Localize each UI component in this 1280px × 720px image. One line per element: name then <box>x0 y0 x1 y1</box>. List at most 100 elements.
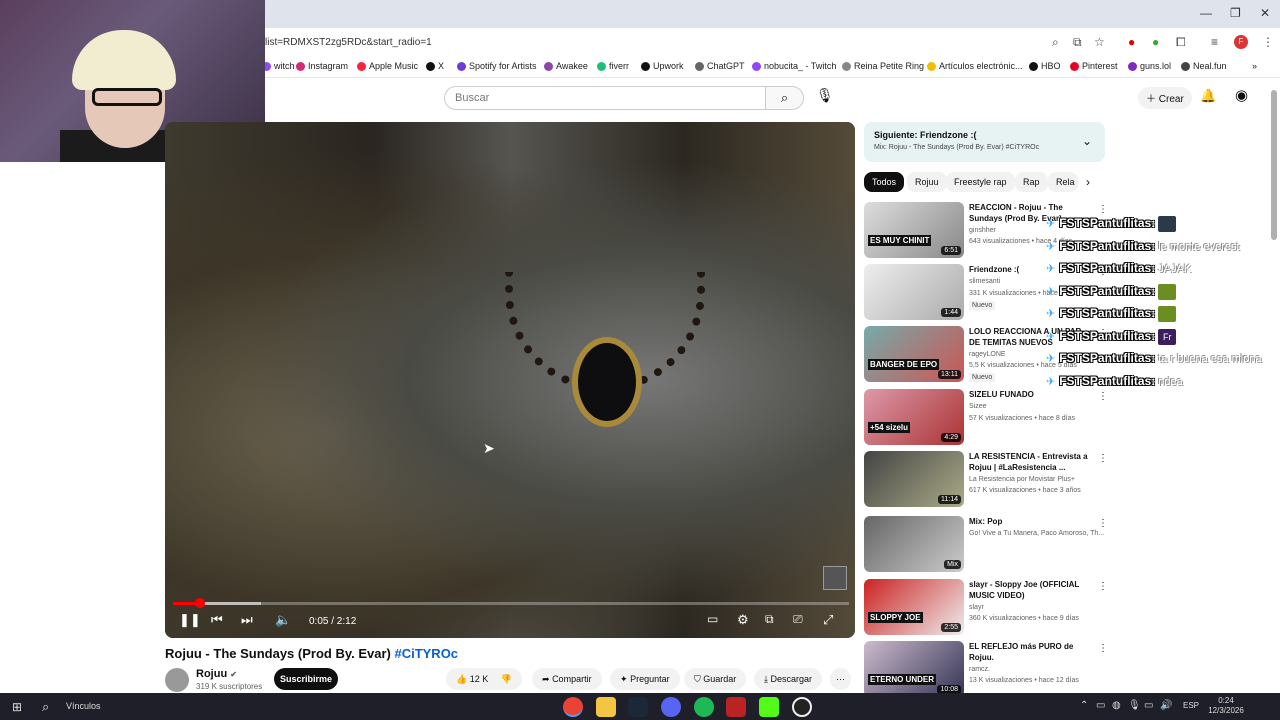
tray-network-icon[interactable]: ▭ <box>1144 700 1153 711</box>
recommendation-channel[interactable]: Sizee <box>969 403 987 410</box>
recommendation-title[interactable]: Mix: Pop <box>969 516 1089 527</box>
keyboard-language[interactable]: ESP <box>1183 701 1199 710</box>
chevron-down-icon[interactable]: ⌄ <box>1082 134 1092 148</box>
file-explorer-icon[interactable] <box>596 697 616 717</box>
bookmark-item[interactable]: Reina Petite Ring <box>842 61 924 71</box>
video-hashtag-link[interactable]: #CiTYROc <box>394 646 458 661</box>
progress-knob[interactable] <box>195 598 206 608</box>
more-vertical-icon[interactable]: ⋮ <box>1098 518 1108 529</box>
media-icon[interactable]: ≡ <box>1211 35 1218 49</box>
recommendation-channel[interactable]: slimesanti <box>969 278 1000 285</box>
recommendation-title[interactable]: EL REFLEJO más PURO de Rojuu. <box>969 641 1089 663</box>
recommendation-channel[interactable]: La Resistencia por Movistar Plus+ <box>969 476 1075 483</box>
video-player[interactable]: ➤ ❚❚ ⏮ ⏭ 🔈 0:05 / 2:12 ▭ ⚙ ⧉ ⎚ ⤢ <box>165 122 855 638</box>
up-next-card[interactable]: Siguiente: Friendzone :( Mix: Rojuu - Th… <box>864 122 1105 162</box>
taskbar-links-label[interactable]: Vínculos <box>66 701 101 711</box>
steam-app-icon[interactable] <box>628 697 648 717</box>
bookmark-item[interactable]: HBO <box>1029 61 1061 71</box>
bookmark-item[interactable]: Instagram <box>296 61 348 71</box>
channel-avatar[interactable] <box>165 668 189 692</box>
more-actions-button[interactable]: ⋯ <box>830 668 851 690</box>
obs-app-icon[interactable] <box>792 697 812 717</box>
bookmark-item[interactable]: ChatGPT <box>695 61 745 71</box>
video-thumbnail[interactable]: 1:44 <box>864 264 964 320</box>
extension-icon[interactable]: ● <box>1128 35 1135 49</box>
video-thumbnail[interactable]: BANGER DE EPO 13:11 <box>864 326 964 382</box>
recommendation-item[interactable]: 11:14 LA RESISTENCIA - Entrevista a Rojuu… <box>864 451 1108 509</box>
save-button[interactable]: ⛉ Guardar <box>684 668 747 690</box>
taskbar-search-icon[interactable]: ⌕ <box>42 699 49 715</box>
page-scrollbar[interactable] <box>1271 90 1277 240</box>
recommendation-channel[interactable]: ginshher <box>969 227 996 234</box>
more-vertical-icon[interactable]: ⋮ <box>1098 453 1108 464</box>
video-thumbnail[interactable]: SLOPPY JOE 2:55 <box>864 579 964 635</box>
ask-button[interactable]: ✦ Preguntar <box>610 668 680 690</box>
bookmark-item[interactable]: Artículos electrónic... <box>927 61 1023 71</box>
chrome-app-icon[interactable] <box>563 697 583 717</box>
search-button[interactable]: ⌕ <box>766 86 804 110</box>
recommendation-channel[interactable]: rageyLONE <box>969 351 1006 358</box>
bookmark-item[interactable]: Neal.fun <box>1181 61 1227 71</box>
settings-gear-icon[interactable]: ⚙ <box>737 612 749 628</box>
recommendation-item[interactable]: ETERNO UNDER 10:08 EL REFLEJO más PURO de … <box>864 641 1108 699</box>
filter-chip[interactable]: Rela <box>1048 172 1078 192</box>
bookmark-item[interactable]: nobucita_ - Twitch <box>752 61 836 71</box>
bookmark-star-icon[interactable]: ☆ <box>1094 35 1105 49</box>
recommendation-item[interactable]: Mix Mix: Pop Go! Vive a Tu Manera, Paco Am… <box>864 516 1108 574</box>
video-thumbnail[interactable]: Mix <box>864 516 964 572</box>
recommendation-channel[interactable]: Go! Vive a Tu Manera, Paco Amoroso, Th..… <box>969 530 1104 537</box>
bookmark-item[interactable]: witch <box>262 61 295 71</box>
windows-start-icon[interactable]: ⊞ <box>12 700 22 714</box>
bookmark-item[interactable]: Apple Music <box>357 61 418 71</box>
video-thumbnail[interactable]: 11:14 <box>864 451 964 507</box>
recommendation-item[interactable]: SLOPPY JOE 2:55 slayr - Sloppy Joe (OFFICI… <box>864 579 1108 637</box>
discord-app-icon[interactable] <box>661 697 681 717</box>
more-vertical-icon[interactable]: ⋮ <box>1098 204 1108 215</box>
account-avatar[interactable]: ◉ <box>1235 86 1248 104</box>
bookmark-item[interactable]: Spotify for Artists <box>457 61 537 71</box>
tray-app-icon[interactable]: ◍ <box>1112 700 1121 711</box>
video-thumbnail[interactable]: ES MUY CHINIT 6:51 <box>864 202 964 258</box>
recommendation-channel[interactable]: ramcz. <box>969 666 990 673</box>
cast-icon[interactable]: ⎚ <box>793 612 803 627</box>
fullscreen-icon[interactable]: ⤢ <box>823 612 833 628</box>
menu-kebab-icon[interactable]: ⋮ <box>1262 35 1274 49</box>
video-thumbnail[interactable]: +54 sizelu 4:29 <box>864 389 964 445</box>
search-input[interactable]: Buscar <box>444 86 766 110</box>
bookmark-item[interactable]: fiverr <box>597 61 629 71</box>
filter-chip[interactable]: Rap <box>1015 172 1048 192</box>
minimize-icon[interactable]: — <box>1200 6 1212 20</box>
subtitles-icon[interactable]: ▭ <box>707 612 718 626</box>
share-button[interactable]: ➦ Compartir <box>532 668 602 690</box>
filter-chip[interactable]: Freestyle rap <box>946 172 1015 192</box>
notifications-bell-icon[interactable]: 🔔 <box>1200 88 1216 104</box>
filter-chip[interactable]: Todos <box>864 172 905 192</box>
thumbs-down-icon[interactable]: 👎 <box>501 674 512 684</box>
profile-avatar[interactable]: F <box>1234 35 1248 49</box>
create-button[interactable]: ＋ Crear <box>1138 87 1192 109</box>
bookmark-item[interactable]: Pinterest <box>1070 61 1118 71</box>
like-button[interactable]: 👍 12 K 👎 <box>446 668 522 690</box>
pause-icon[interactable]: ❚❚ <box>179 612 201 628</box>
microphone-icon[interactable]: 🎙 <box>816 87 834 104</box>
volume-icon[interactable]: 🔈 <box>275 612 291 628</box>
extension-icon[interactable]: ● <box>1152 35 1159 49</box>
zoom-icon[interactable]: ⌕ <box>1052 35 1059 50</box>
subscribe-button[interactable]: Suscribirme <box>274 668 338 690</box>
bookmark-item[interactable]: guns.lol <box>1128 61 1171 71</box>
recommendation-title[interactable]: LA RESISTENCIA - Entrevista a Rojuu | #L… <box>969 451 1089 473</box>
bookmark-item[interactable]: X <box>426 61 444 71</box>
tray-app-icon[interactable]: ▭ <box>1096 700 1105 711</box>
filter-chip[interactable]: Rojuu <box>907 172 947 192</box>
clock[interactable]: 0:24 12/3/2026 <box>1206 696 1246 716</box>
kick-app-icon[interactable] <box>759 697 779 717</box>
download-button[interactable]: ⤓ Descargar <box>754 668 823 690</box>
chevron-right-icon[interactable]: › <box>1086 175 1090 189</box>
channel-name-text[interactable]: Rojuu <box>196 668 227 680</box>
channel-name[interactable]: Rojuu ✔ <box>196 668 237 680</box>
voicemeeter-app-icon[interactable] <box>726 697 746 717</box>
extensions-puzzle-icon[interactable]: ⧠ <box>1176 35 1186 50</box>
more-vertical-icon[interactable]: ⋮ <box>1098 581 1108 592</box>
miniplayer-icon[interactable]: ⧉ <box>765 612 774 627</box>
install-app-icon[interactable]: ⧉ <box>1073 35 1082 50</box>
